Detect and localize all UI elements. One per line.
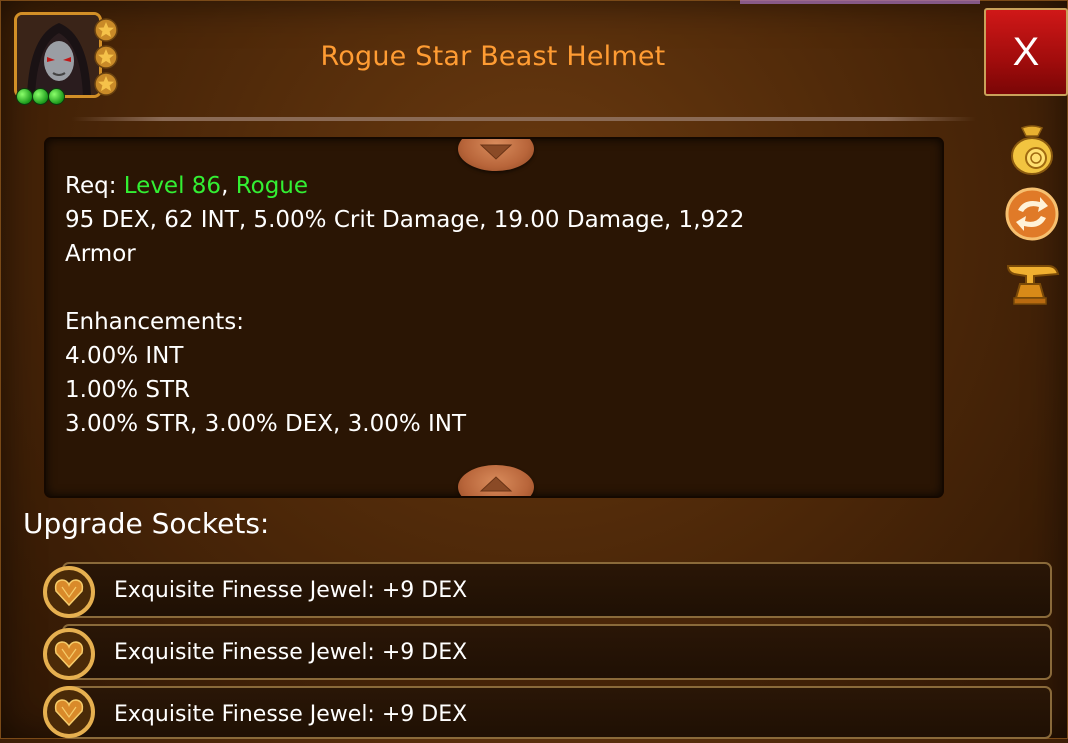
req-label: Req: — [65, 173, 124, 199]
heart-jewel-icon — [43, 686, 95, 738]
item-title: Rogue Star Beast Helmet — [320, 41, 666, 72]
requirement-line: Req: Level 86, Rogue — [65, 169, 865, 203]
status-dot-icon — [16, 88, 33, 105]
req-level: Level 86 — [123, 173, 222, 199]
enhancement-item: 3.00% STR, 3.00% DEX, 3.00% INT — [65, 411, 467, 437]
enhancements-heading: Enhancements: — [65, 309, 245, 335]
scroll-down-button[interactable] — [458, 139, 534, 171]
heart-jewel-icon — [43, 628, 95, 680]
header-divider — [72, 117, 976, 121]
item-description-panel[interactable]: Req: Level 86, Rogue 95 DEX, 62 INT, 5.0… — [44, 137, 944, 498]
heart-jewel-icon — [43, 566, 95, 618]
chevron-up-icon — [479, 476, 513, 492]
socket-jewel[interactable] — [42, 685, 96, 739]
socket-label: Exquisite Finesse Jewel: +9 DEX — [114, 578, 468, 603]
socket-jewel[interactable] — [42, 565, 96, 619]
req-separator: , — [221, 173, 236, 199]
upgrade-sockets-heading: Upgrade Sockets: — [23, 507, 270, 540]
enhancement-item: 4.00% INT — [65, 343, 184, 369]
rank-star-icon — [94, 72, 118, 96]
top-edge-strip — [740, 0, 980, 4]
rank-star-icon — [94, 18, 118, 42]
anvil-icon — [1006, 265, 1060, 305]
stats-line: 95 DEX, 62 INT, 5.00% Crit Damage, 19.00… — [65, 207, 745, 233]
status-dot-icon — [32, 88, 49, 105]
swap-icon — [1005, 187, 1059, 241]
sell-button[interactable] — [1004, 122, 1060, 176]
close-button[interactable]: X — [984, 8, 1068, 96]
scroll-up-button[interactable] — [458, 465, 534, 496]
socket-label: Exquisite Finesse Jewel: +9 DEX — [114, 640, 468, 665]
chevron-down-icon — [479, 144, 513, 160]
socket-label: Exquisite Finesse Jewel: +9 DEX — [114, 702, 468, 727]
swap-button[interactable] — [1004, 186, 1060, 241]
enhancement-item: 1.00% STR — [65, 377, 191, 403]
item-stats-text: Req: Level 86, Rogue 95 DEX, 62 INT, 5.0… — [65, 169, 865, 441]
coin-bag-icon — [1011, 125, 1053, 175]
craft-button[interactable] — [1004, 254, 1060, 308]
socket-jewel[interactable] — [42, 627, 96, 681]
req-class: Rogue — [235, 173, 309, 199]
stats-line: Armor — [65, 241, 136, 267]
status-dot-icon — [48, 88, 65, 105]
